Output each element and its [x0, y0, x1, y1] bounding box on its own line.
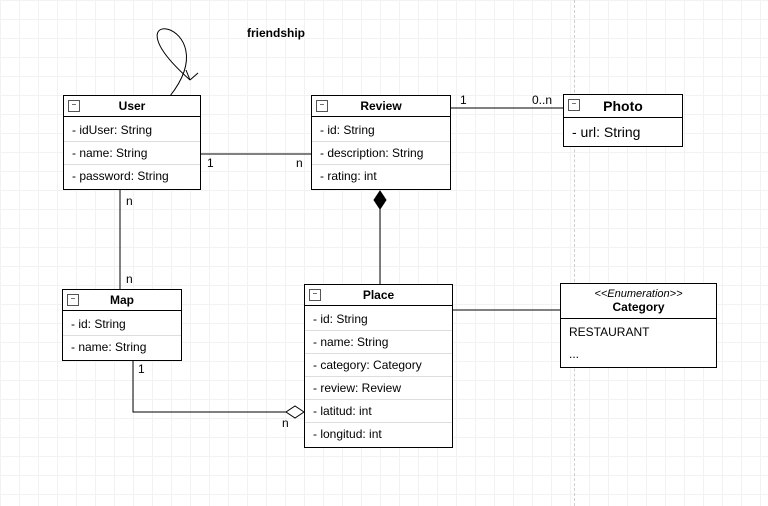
class-map-body: - id: String - name: String [63, 311, 181, 360]
collapse-icon[interactable]: – [316, 100, 328, 112]
class-place-body: - id: String - name: String - category: … [305, 306, 452, 447]
mult-map-place-n: n [282, 416, 289, 430]
mult-map-place-1: 1 [138, 362, 145, 376]
class-photo-name: Photo [603, 98, 643, 114]
attr: - description: String [312, 141, 450, 164]
class-place-name: Place [363, 288, 394, 302]
collapse-icon[interactable]: – [67, 294, 79, 306]
attr: - password: String [64, 164, 200, 187]
diamond-aggregation [286, 406, 304, 418]
class-map[interactable]: – Map - id: String - name: String [62, 289, 182, 361]
enum-literal: ... [561, 343, 716, 365]
class-user-name: User [119, 99, 146, 113]
collapse-icon[interactable]: – [568, 99, 580, 111]
class-review-header: – Review [312, 96, 450, 117]
attr: - name: String [305, 330, 452, 353]
uml-canvas: friendship 1 n 1 0..n n n 1 n – User - i… [0, 0, 768, 506]
class-place[interactable]: – Place - id: String - name: String - ca… [304, 284, 453, 448]
class-map-header: – Map [63, 290, 181, 311]
attr: - idUser: String [64, 119, 200, 141]
attr: - id: String [63, 313, 181, 335]
class-user[interactable]: – User - idUser: String - name: String -… [63, 95, 201, 190]
class-review-name: Review [360, 99, 401, 113]
mult-user-review-1: 1 [207, 156, 214, 170]
attr: - id: String [312, 119, 450, 141]
attr: - longitud: int [305, 422, 452, 445]
enum-stereotype: <<Enumeration>> [561, 284, 716, 300]
attr: - name: String [64, 141, 200, 164]
enum-literal: RESTAURANT [561, 321, 716, 343]
mult-user-map-top: n [126, 194, 133, 208]
class-photo-header: – Photo [564, 95, 682, 118]
enum-category[interactable]: <<Enumeration>> Category RESTAURANT ... [560, 283, 717, 368]
enum-name: Category [561, 300, 716, 319]
mult-user-review-n: n [296, 156, 303, 170]
class-place-header: – Place [305, 285, 452, 306]
mult-review-photo-1: 1 [460, 93, 467, 107]
class-photo-body: - url: String [564, 118, 682, 146]
class-user-body: - idUser: String - name: String - passwo… [64, 117, 200, 189]
agg-map-place [133, 360, 304, 412]
label-friendship: friendship [247, 26, 305, 40]
attr: - category: Category [305, 353, 452, 376]
assoc-friendship [157, 29, 190, 96]
collapse-icon[interactable]: – [309, 289, 321, 301]
class-review-body: - id: String - description: String - rat… [312, 117, 450, 189]
mult-user-map-bot: n [126, 272, 133, 286]
attr: - url: String [564, 120, 682, 144]
attr: - rating: int [312, 164, 450, 187]
attr: - latitud: int [305, 399, 452, 422]
diamond-composition [374, 191, 386, 209]
mult-review-photo-0n: 0..n [532, 93, 552, 107]
attr: - name: String [63, 335, 181, 358]
class-review[interactable]: – Review - id: String - description: Str… [311, 95, 451, 190]
class-user-header: – User [64, 96, 200, 117]
collapse-icon[interactable]: – [68, 100, 80, 112]
attr: - id: String [305, 308, 452, 330]
enum-body: RESTAURANT ... [561, 319, 716, 367]
class-photo[interactable]: – Photo - url: String [563, 94, 683, 147]
attr: - review: Review [305, 376, 452, 399]
class-map-name: Map [110, 293, 134, 307]
